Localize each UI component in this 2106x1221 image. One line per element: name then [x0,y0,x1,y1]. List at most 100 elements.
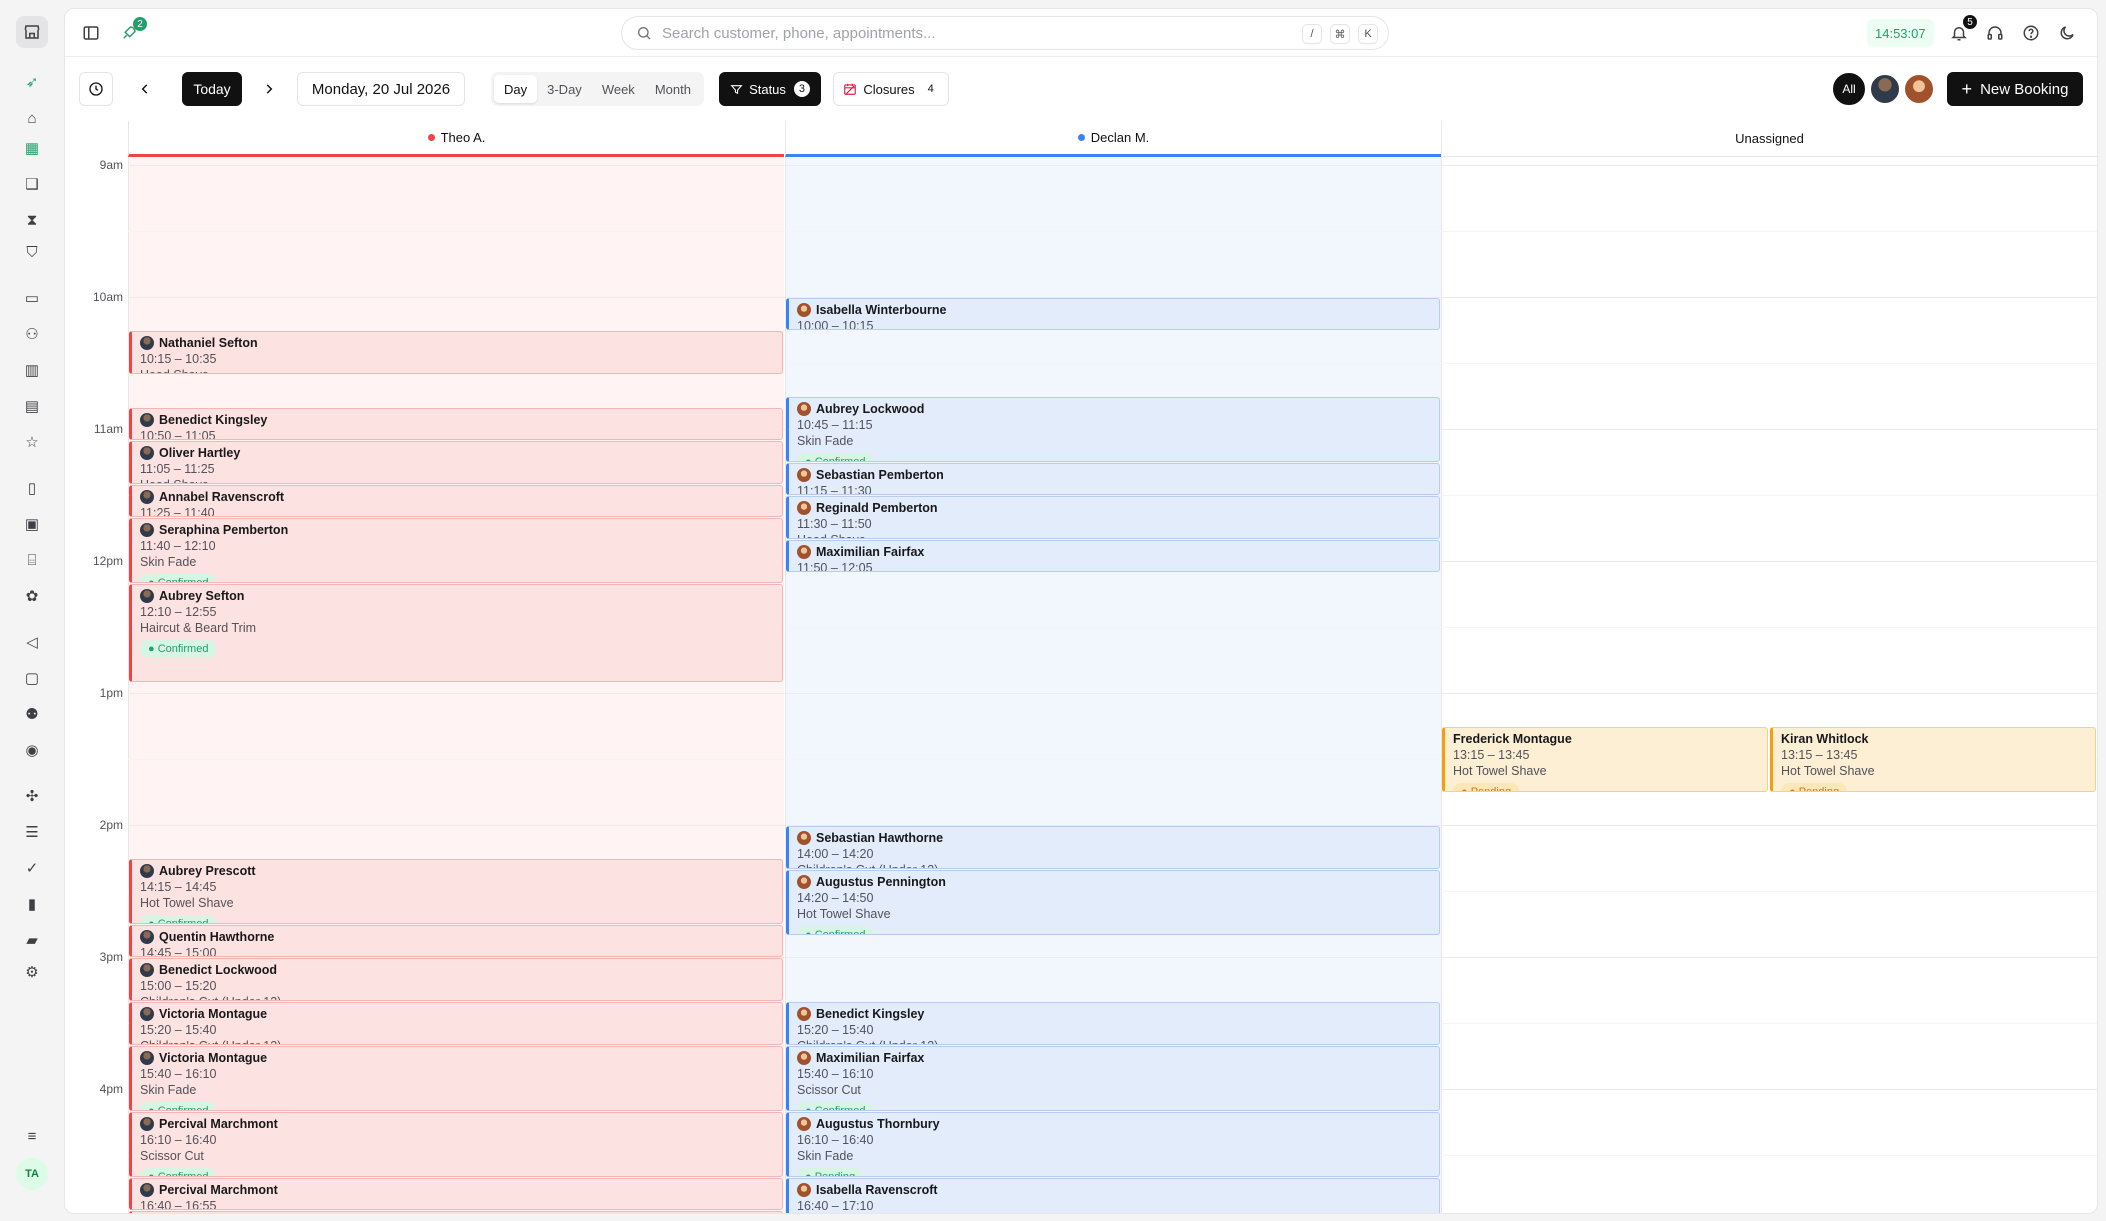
appointment-card[interactable]: Benedict Kingsley 10:50 – 11:05 [129,408,783,440]
bell-icon[interactable]: 5 [1947,15,1977,45]
staff-avatar-icon [140,963,154,977]
appointment-card[interactable]: Sebastian Hawthorne 14:00 – 14:20Children… [786,826,1440,869]
appointment-card[interactable]: Percival Marchmont 16:10 – 16:40 Scissor C… [129,1112,783,1177]
appointment-service: Skin Fade [797,434,854,448]
appointment-customer: Seraphina Pemberton [140,522,774,538]
receipt-icon[interactable]: ▤ [20,394,44,418]
launch-icon[interactable]: 2 [117,17,147,45]
document-icon[interactable]: ▯ [20,476,44,500]
appointment-card[interactable]: Aubrey Lockwood 10:45 – 11:15 Skin Fade ● C… [786,397,1440,462]
appointment-customer-name: Aubrey Sefton [159,589,245,603]
clipboard-icon[interactable]: ▢ [20,666,44,690]
staff-avatar-declan[interactable] [1903,73,1935,105]
appointment-card[interactable]: Augustus Thornbury 16:10 – 16:40 Skin Fade… [786,1112,1440,1177]
appointment-card[interactable]: Maximilian Fairfax 11:50 – 12:05 [786,540,1440,572]
staff-avatar-icon [140,930,154,944]
day-calendar-grid: 9am 10am 11am 12pm 1pm 2pm 3pm 4pm Nathaniel Sef… [65,157,2097,1213]
user-check-icon[interactable]: ✓ [20,856,44,880]
new-booking-button[interactable]: + New Booking [1947,72,2083,106]
appointment-customer: Maximilian Fairfax [797,544,1431,560]
appointment-customer: Isabella Winterbourne [797,302,1431,318]
appointment-card[interactable]: Quentin Hawthorne 14:45 – 15:00 [129,925,783,957]
checklist-icon[interactable]: ☰ [20,820,44,844]
appointment-card[interactable]: Benedict Lockwood 15:00 – 15:20Children's… [129,958,783,1001]
date-picker-button[interactable]: Monday, 20 Jul 2026 [297,72,465,106]
appointment-card[interactable]: Isabella Ravenscroft16:40 – 17:10Scissor… [786,1178,1440,1213]
appointment-card[interactable]: Nathaniel Sefton 10:15 – 10:35Head Shave [129,331,783,374]
appointment-card[interactable]: Kiran Whitlock 13:15 – 13:45 Hot Towel Sha… [1770,727,2096,792]
column-body-2[interactable] [1441,157,2097,1213]
appointment-card[interactable]: Isabella Winterbourne 10:00 – 10:15 [786,298,1440,330]
bank-icon[interactable]: ⌸ [20,548,44,572]
appointment-time: 10:45 – 11:15 [797,418,873,432]
appointment-card[interactable]: Frederick Montague 13:15 – 13:45 Hot Towel… [1442,727,1768,792]
staff-avatar-icon [797,1117,811,1131]
sliders-icon[interactable]: ≡ [20,1124,44,1148]
staff-avatar-icon [140,1007,154,1021]
view-3day-tab[interactable]: 3-Day [537,75,592,103]
building-icon[interactable]: ▥ [20,358,44,382]
appointment-card[interactable]: Aubrey Prescott 14:15 – 14:45 Hot Towel Sh… [129,859,783,924]
appointment-card[interactable]: Seraphina Pemberton 11:40 – 12:10 Skin Fad… [129,518,783,583]
user-avatar[interactable]: TA [16,1158,48,1190]
staff-avatar-theo[interactable] [1869,73,1901,105]
graduation-icon[interactable]: ⛉ [20,240,44,264]
search-input[interactable] [662,24,1262,42]
next-day-button[interactable] [255,72,283,106]
staff-avatar-icon [140,490,154,504]
calendar-icon[interactable]: ▦ [20,136,44,160]
view-month-tab[interactable]: Month [645,75,701,103]
moon-icon[interactable] [2055,21,2079,45]
prev-day-button[interactable] [131,72,159,106]
gift-icon[interactable]: ✿ [20,584,44,608]
settings-icon[interactable]: ⚙ [20,960,44,984]
grid-line [128,693,2097,694]
staff-avatar-icon [797,875,811,889]
view-week-tab[interactable]: Week [592,75,645,103]
inbox-icon[interactable]: ▭ [20,286,44,310]
headset-icon[interactable] [1983,21,2007,45]
staff-avatar-icon [140,589,154,603]
users-icon[interactable]: ⚇ [20,322,44,346]
star-icon[interactable]: ☆ [20,430,44,454]
appointment-customer-name: Victoria Montague [159,1007,268,1021]
appointment-card[interactable]: Augustus Pennington 14:20 – 14:50 Hot Towe… [786,870,1440,935]
appointment-card[interactable]: Annabel Ravenscroft 11:25 – 11:40 [129,485,783,517]
view-day-tab[interactable]: Day [494,75,538,103]
status-filter-button[interactable]: Status 3 [719,72,821,106]
today-button[interactable]: Today [182,72,242,106]
invoice-icon[interactable]: ▣ [20,512,44,536]
appointment-card[interactable]: Annabel Ravenscroft16:55 – 17:10 [129,1211,783,1213]
appointment-card[interactable]: Sebastian Pemberton 11:15 – 11:30 [786,463,1440,495]
search-bar[interactable]: / ⌘ K [621,16,1389,50]
appointment-customer-name: Nathaniel Sefton [159,336,258,350]
chart-icon[interactable]: ▮ [20,892,44,916]
megaphone-icon[interactable]: ◁ [20,630,44,654]
rocket-icon[interactable]: ➶ [20,70,44,94]
hourglass-icon[interactable]: ⧗ [20,208,44,232]
home-icon[interactable]: ⌂ [20,106,44,130]
appointment-card[interactable]: Maximilian Fairfax 15:40 – 16:10 Scissor C… [786,1046,1440,1111]
hour-label: 10am [92,290,123,304]
sidebar-toggle-icon[interactable] [79,21,103,45]
alert-icon[interactable]: ◉ [20,738,44,762]
closures-button[interactable]: Closures 4 [833,72,949,106]
help-icon[interactable] [2019,21,2043,45]
all-staff-button[interactable]: All [1833,73,1865,105]
folder-icon[interactable]: ▰ [20,928,44,952]
book-icon[interactable]: ❑ [20,172,44,196]
team-icon[interactable]: ⚉ [20,702,44,726]
appointment-customer-name: Kiran Whitlock [1781,732,1869,746]
hour-label: 9am [99,158,123,172]
puzzle-icon[interactable]: ✣ [20,784,44,808]
appointment-card[interactable]: Victoria Montague 15:40 – 16:10 Skin Fade ●… [129,1046,783,1111]
history-button[interactable] [79,72,113,106]
appointment-card[interactable]: Oliver Hartley 11:05 – 11:25Head Shave [129,441,783,484]
store-logo-icon[interactable] [16,16,48,48]
appointment-card[interactable]: Victoria Montague 15:20 – 15:40Children's… [129,1002,783,1045]
appointment-card[interactable]: Percival Marchmont 16:40 – 16:55 [129,1178,783,1210]
column-header-0: Theo A. [128,121,784,157]
appointment-card[interactable]: Aubrey Sefton 12:10 – 12:55 Haircut & Bear… [129,584,783,682]
appointment-card[interactable]: Reginald Pemberton 11:30 – 11:50Head Shav… [786,496,1440,539]
appointment-card[interactable]: Benedict Kingsley 15:20 – 15:40Children's… [786,1002,1440,1045]
